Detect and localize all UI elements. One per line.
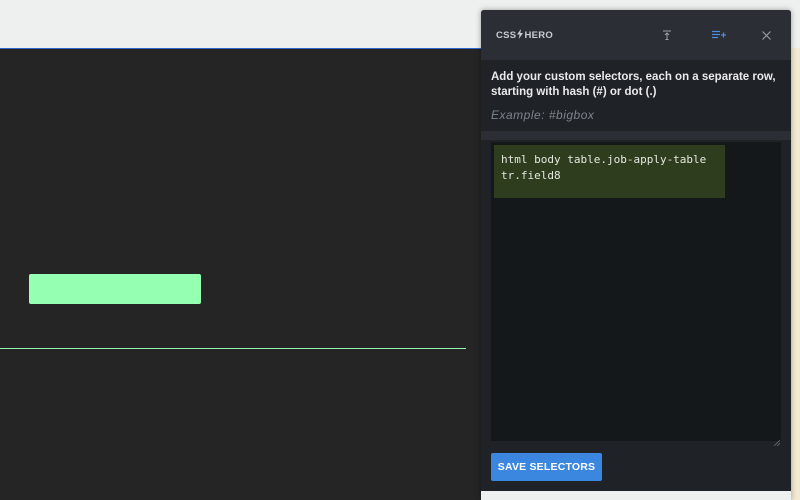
panel-header: CSS HERO (481, 10, 791, 60)
custom-selectors-textarea[interactable]: html body table.job-apply-table tr.field… (491, 142, 781, 447)
list-add-icon[interactable] (710, 26, 728, 44)
panel-section-divider (481, 131, 791, 140)
selector-example: Example: #bigbox (491, 108, 595, 122)
highlighted-page-element[interactable] (29, 274, 201, 304)
logo-text-left: CSS (496, 30, 517, 41)
panel-bottom-strip (481, 491, 791, 500)
bolt-icon (517, 29, 524, 42)
resize-handle-icon[interactable] (773, 433, 781, 447)
custom-selectors-value[interactable]: html body table.job-apply-table tr.field… (501, 152, 723, 184)
css-hero-panel: CSS HERO Add your custom selectors, each… (481, 10, 791, 500)
close-icon[interactable] (757, 26, 775, 44)
logo-text-right: HERO (524, 30, 554, 41)
page-divider-line (0, 348, 466, 349)
selectors-instructions: Add your custom selectors, each on a sep… (491, 71, 776, 98)
save-selectors-button[interactable]: SAVE SELECTORS (491, 453, 602, 481)
css-hero-logo: CSS HERO (496, 29, 553, 42)
dock-top-icon[interactable] (658, 26, 676, 44)
page-right-strip (790, 48, 800, 500)
